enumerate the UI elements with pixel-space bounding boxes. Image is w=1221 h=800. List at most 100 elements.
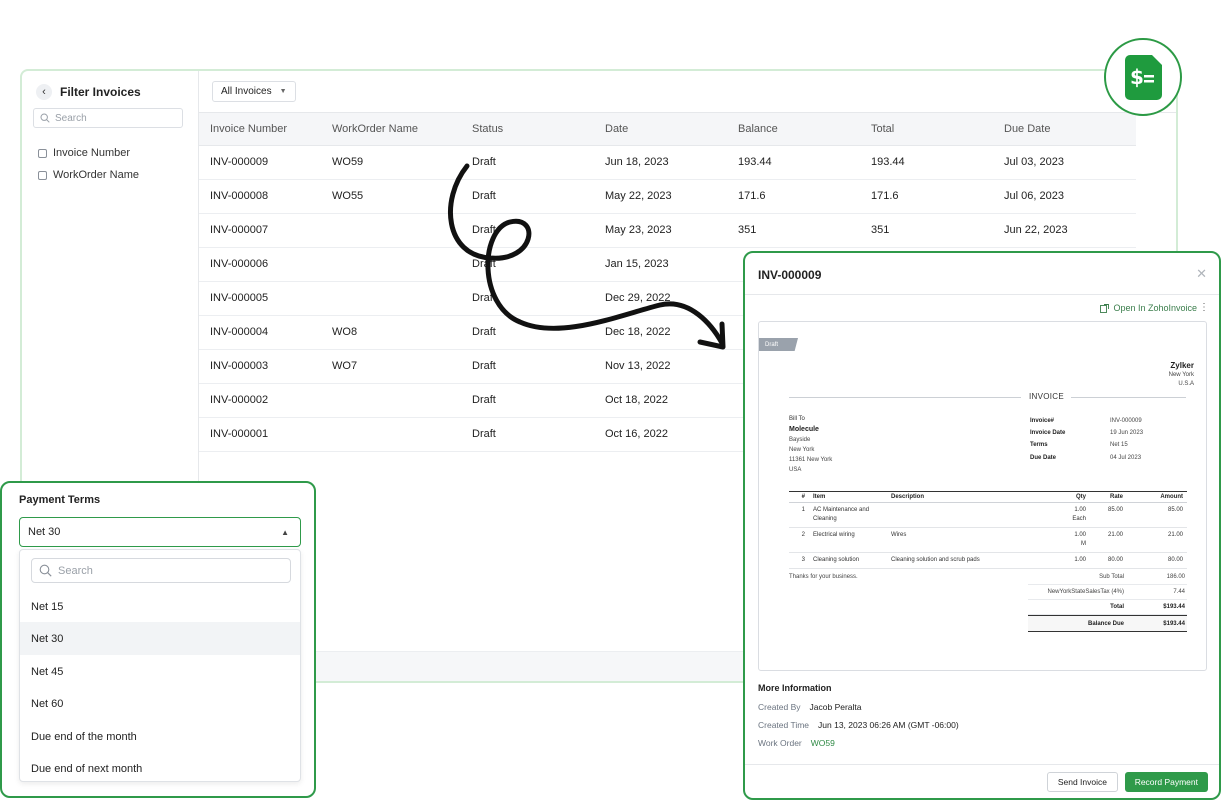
- detail-footer: Send Invoice Record Payment: [745, 764, 1219, 798]
- cell-status: Draft: [472, 417, 605, 452]
- meta-value: 19 Jun 2023: [1110, 430, 1144, 436]
- item-description: Cleaning solution and scrub pads: [887, 552, 1050, 569]
- column-header[interactable]: Due Date: [1004, 113, 1136, 146]
- column-header[interactable]: Balance: [738, 113, 871, 146]
- app-logo-badge: $: [1104, 38, 1182, 116]
- cell-balance: 351: [738, 213, 871, 248]
- work-order-link[interactable]: WO59: [811, 738, 835, 748]
- item-rate: 85.00: [1090, 502, 1127, 528]
- checkbox[interactable]: [38, 170, 47, 180]
- table-header-row: Invoice Number WorkOrder Name Status Dat…: [199, 113, 1136, 146]
- cell-status: Draft: [472, 349, 605, 384]
- column-header: Rate: [1090, 491, 1127, 503]
- payment-terms-search-input[interactable]: Search: [31, 558, 291, 583]
- bill-to-line: New York: [789, 447, 815, 453]
- meta-key: Due Date: [1030, 455, 1057, 461]
- column-header: Description: [887, 491, 1050, 503]
- payment-terms-selected: Net 30: [28, 526, 61, 538]
- meta-key: Terms: [1030, 442, 1048, 448]
- info-row-created-by: Created By Jacob Peralta: [758, 702, 862, 712]
- cell-due-date: Jun 22, 2023: [1004, 213, 1136, 248]
- total-label: Sub Total: [1099, 574, 1124, 580]
- table-row[interactable]: INV-000007 Draft May 23, 2023 351 351 Ju…: [199, 213, 1136, 248]
- filter-checkbox-workorder-name[interactable]: WorkOrder Name: [38, 169, 139, 181]
- total-value: 7.44: [1173, 589, 1185, 595]
- cell-total: 351: [871, 213, 1004, 248]
- back-chevron-icon[interactable]: ‹: [36, 84, 52, 100]
- cell-workorder: [332, 281, 472, 316]
- line-items-table: # Item Description Qty Rate Amount 1 AC …: [789, 491, 1187, 569]
- totals-block: Sub Total 186.00 NewYorkStateSalesTax (4…: [1028, 570, 1187, 632]
- cell-balance: 171.6: [738, 179, 871, 214]
- table-row[interactable]: INV-000009 WO59 Draft Jun 18, 2023 193.4…: [199, 145, 1136, 180]
- cell-invoice-number: INV-000005: [199, 281, 332, 316]
- checkbox[interactable]: [38, 148, 47, 158]
- cell-workorder: [332, 213, 472, 248]
- column-header[interactable]: WorkOrder Name: [332, 113, 472, 146]
- info-row-work-order: Work Order WO59: [758, 738, 835, 748]
- column-header[interactable]: Date: [605, 113, 738, 146]
- total-label: NewYorkStateSalesTax (4%): [1047, 589, 1124, 595]
- record-payment-button[interactable]: Record Payment: [1124, 772, 1208, 792]
- filter-label: Invoice Number: [53, 147, 131, 159]
- cell-invoice-number: INV-000003: [199, 349, 332, 384]
- payment-option[interactable]: Net 60: [20, 687, 300, 720]
- org-address-line: U.S.A: [1178, 381, 1194, 387]
- payment-terms-select[interactable]: Net 30 ▲: [19, 517, 301, 547]
- cell-invoice-number: INV-000007: [199, 213, 332, 248]
- cell-date: May 22, 2023: [605, 179, 738, 214]
- cell-invoice-number: INV-000001: [199, 417, 332, 452]
- cell-due-date: Jul 03, 2023: [1004, 145, 1136, 180]
- column-header[interactable]: Status: [472, 113, 605, 146]
- info-row-created-time: Created Time Jun 13, 2023 06:26 AM (GMT …: [758, 720, 959, 730]
- filter-search-input[interactable]: Search: [33, 108, 183, 128]
- payment-option[interactable]: Due end of next month: [20, 752, 300, 785]
- bill-to-line: Bayside: [789, 437, 811, 443]
- subtotal-row: Sub Total 186.00: [1028, 570, 1187, 585]
- cell-date: May 23, 2023: [605, 213, 738, 248]
- column-header[interactable]: Total: [871, 113, 1004, 146]
- open-in-zoho-link[interactable]: Open In ZohoInvoice: [1100, 303, 1197, 313]
- caret-down-icon: ▼: [279, 88, 287, 95]
- meta-key: Invoice Date: [1030, 430, 1066, 436]
- payment-option[interactable]: Net 45: [20, 655, 300, 688]
- payment-option[interactable]: Due end of the month: [20, 720, 300, 753]
- logo-dollar-doc-icon: $: [1124, 54, 1162, 100]
- meta-value: INV-000009: [1110, 418, 1142, 424]
- cell-date: Dec 18, 2022: [605, 315, 738, 350]
- column-header: Item: [809, 491, 887, 503]
- more-vertical-icon[interactable]: ⋮: [1199, 302, 1209, 313]
- cell-invoice-number: INV-000008: [199, 179, 332, 214]
- filter-checkbox-invoice-number[interactable]: Invoice Number: [38, 147, 130, 159]
- qty-value: 1.00: [1074, 532, 1086, 538]
- item-name: Cleaning solution: [809, 552, 887, 569]
- close-icon[interactable]: ✕: [1196, 266, 1207, 282]
- cell-date: Jan 15, 2023: [605, 247, 738, 282]
- invoice-heading: INVOICE: [759, 390, 1206, 402]
- send-invoice-button[interactable]: Send Invoice: [1046, 772, 1118, 792]
- org-name: Zylker: [1170, 361, 1194, 370]
- cell-date: Nov 13, 2022: [605, 349, 738, 384]
- cell-workorder: WO7: [332, 349, 472, 384]
- column-header[interactable]: Invoice Number: [199, 113, 332, 146]
- meta-value: Net 15: [1110, 442, 1128, 448]
- payment-option-selected[interactable]: Net 30: [20, 622, 300, 655]
- bill-to-name: Molecule: [789, 426, 819, 433]
- invoice-heading-text: INVOICE: [1029, 392, 1064, 401]
- item-amount: 21.00: [1127, 527, 1187, 553]
- view-select[interactable]: All Invoices ▼: [212, 81, 296, 102]
- cell-due-date: Jul 06, 2023: [1004, 179, 1136, 214]
- open-link-label: Open In ZohoInvoice: [1113, 303, 1197, 313]
- item-name: AC Maintenance and Cleaning: [809, 502, 887, 528]
- table-row[interactable]: INV-000008 WO55 Draft May 22, 2023 171.6…: [199, 179, 1136, 214]
- info-key: Created Time: [758, 720, 810, 730]
- payment-option[interactable]: Net 15: [20, 590, 300, 623]
- line-item-row: 3 Cleaning solution Cleaning solution an…: [789, 552, 1187, 569]
- total-row: Total $193.44: [1028, 600, 1187, 615]
- cell-workorder: WO59: [332, 145, 472, 180]
- payment-terms-card: Payment Terms Net 30 ▲ Search Net 15 Net…: [0, 481, 316, 798]
- view-select-label: All Invoices: [221, 86, 272, 97]
- total-label: Total: [1110, 604, 1124, 610]
- item-qty: 1.00 Each: [1050, 502, 1090, 528]
- cell-invoice-number: INV-000009: [199, 145, 332, 180]
